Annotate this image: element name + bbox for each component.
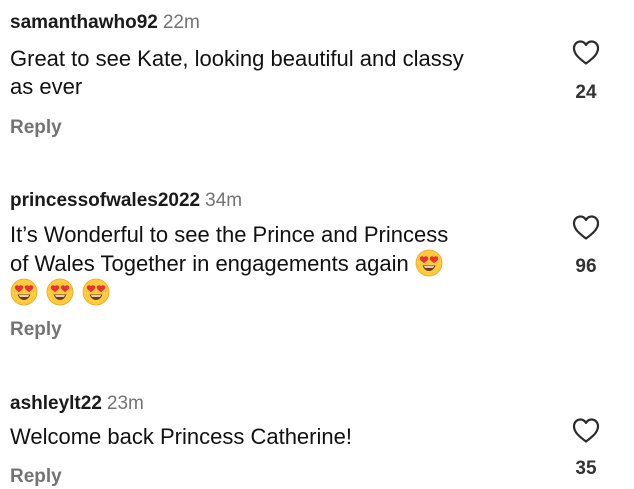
comment-text: Welcome back Princess Catherine! <box>10 423 550 451</box>
reply-button[interactable]: Reply <box>10 466 62 488</box>
comment-text-line: of Wales Together in engagements again <box>10 249 550 278</box>
heart-eyes-emoji-icon <box>46 278 74 306</box>
reply-button[interactable]: Reply <box>10 117 62 139</box>
comment-text-segment: of Wales Together in engagements again <box>10 251 409 276</box>
comment-username[interactable]: ashleylt22 <box>10 393 102 414</box>
like-count: 96 <box>575 256 597 277</box>
comment-text: Great to see Kate, looking beautiful and… <box>10 45 550 101</box>
comment-text-line: as ever <box>10 74 83 99</box>
comment-username[interactable]: samanthawho92 <box>10 12 158 33</box>
heart-eyes-emoji-icon <box>10 278 38 306</box>
comment-meta: princessofwales2022 34m <box>10 190 242 212</box>
heart-outline-icon[interactable] <box>571 416 601 444</box>
heart-outline-icon[interactable] <box>571 213 601 241</box>
comment-timestamp: 23m <box>106 393 144 414</box>
reply-button[interactable]: Reply <box>10 319 62 341</box>
heart-eyes-emoji-icon <box>415 249 443 277</box>
heart-outline-icon[interactable] <box>571 38 601 66</box>
comment-timestamp: 34m <box>205 190 243 211</box>
like-count: 24 <box>575 82 597 103</box>
comment-text-line: Great to see Kate, looking beautiful and… <box>10 46 464 71</box>
comment-meta: samanthawho92 22m <box>10 12 200 34</box>
comment-text: It’s Wonderful to see the Prince and Pri… <box>10 221 550 278</box>
heart-eyes-emoji-icon <box>82 278 110 306</box>
comment-username[interactable]: princessofwales2022 <box>10 190 200 211</box>
emoji-row <box>10 278 110 307</box>
comment-meta: ashleylt22 23m <box>10 393 144 415</box>
comment-timestamp: 22m <box>162 12 200 33</box>
comment-text-line: Welcome back Princess Catherine! <box>10 424 352 449</box>
like-count: 35 <box>575 458 597 479</box>
comment-text-line: It’s Wonderful to see the Prince and Pri… <box>10 222 449 247</box>
